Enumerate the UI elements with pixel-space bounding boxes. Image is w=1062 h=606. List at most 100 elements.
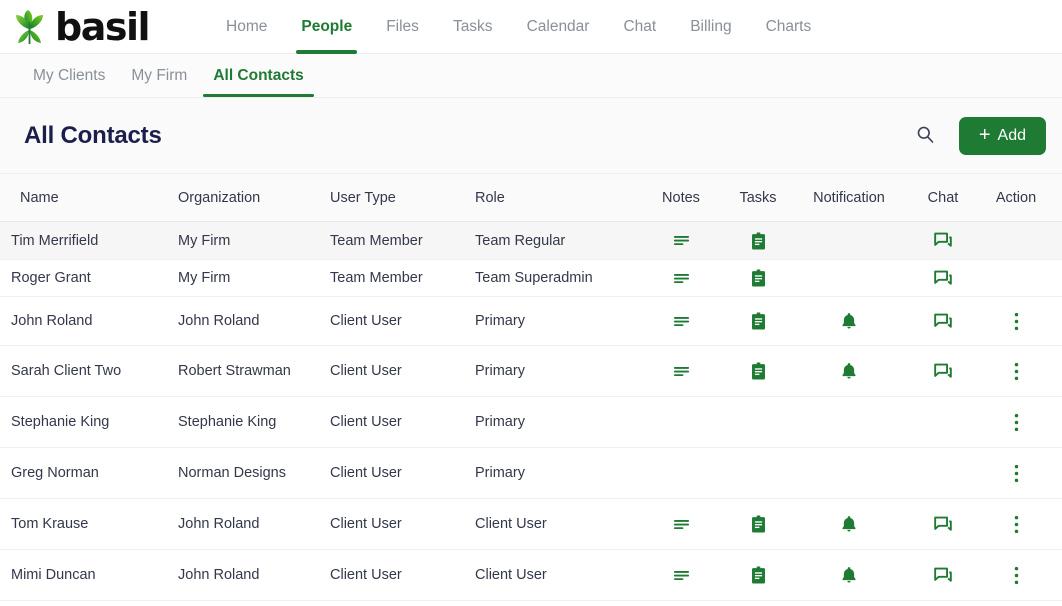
column-header-organization[interactable]: Organization [168,190,330,206]
row-clipboard-task-icon[interactable] [722,566,794,584]
row-clipboard-task-icon[interactable] [722,515,794,533]
contact-organization: My Firm [168,270,330,286]
contact-organization: John Roland [168,567,330,583]
contact-role: Team Regular [475,233,640,249]
nav-item-people[interactable]: People [284,0,369,53]
nav-item-charts[interactable]: Charts [749,0,829,53]
table-row[interactable]: Tom KrauseJohn RolandClient UserClient U… [0,499,1062,550]
row-bell-icon[interactable] [794,362,904,380]
row-clipboard-task-icon[interactable] [722,312,794,330]
contact-organization: Norman Designs [168,465,330,481]
row-notes-icon[interactable] [640,363,722,380]
nav-item-tasks[interactable]: Tasks [436,0,510,53]
contact-organization: Robert Strawman [168,363,330,379]
basil-leaf-logo-icon [10,8,50,46]
tab-my-clients[interactable]: My Clients [20,54,118,97]
column-header-name[interactable]: Name [0,190,168,206]
contact-name: Greg Norman [0,465,168,481]
row-clipboard-task-icon[interactable] [722,232,794,250]
contact-organization: John Roland [168,313,330,329]
row-more-vertical-icon[interactable] [982,566,1050,585]
brand-logo[interactable]: basil [10,8,149,46]
row-bell-icon[interactable] [794,515,904,533]
row-bell-icon[interactable] [794,566,904,584]
contact-user-type: Client User [330,516,475,532]
contact-name: Tom Krause [0,516,168,532]
row-notes-icon[interactable] [640,313,722,330]
contact-organization: John Roland [168,516,330,532]
row-clipboard-task-icon[interactable] [722,362,794,380]
top-navigation-bar: basil Home People Files Tasks Calendar C… [0,0,1062,54]
row-more-vertical-icon[interactable] [982,413,1050,432]
row-more-vertical-icon[interactable] [982,464,1050,483]
add-button-label: Add [998,127,1026,145]
row-notes-icon[interactable] [640,567,722,584]
table-row[interactable]: Roger GrantMy FirmTeam MemberTeam Supera… [0,260,1062,297]
nav-item-files[interactable]: Files [369,0,436,53]
nav-item-calendar[interactable]: Calendar [510,0,607,53]
row-clipboard-task-icon[interactable] [722,269,794,287]
nav-item-home[interactable]: Home [209,0,284,53]
primary-nav-links: Home People Files Tasks Calendar Chat Bi… [209,0,828,53]
header-actions: + Add [911,117,1046,155]
row-chat-bubbles-icon[interactable] [904,363,982,380]
contact-role: Client User [475,567,640,583]
search-button[interactable] [911,121,941,151]
column-header-tasks[interactable]: Tasks [722,190,794,206]
column-header-chat[interactable]: Chat [904,190,982,206]
row-notes-icon[interactable] [640,232,722,249]
table-row[interactable]: Tim MerrifieldMy FirmTeam MemberTeam Reg… [0,222,1062,260]
contact-name: Mimi Duncan [0,567,168,583]
contact-name: Roger Grant [0,270,168,286]
tab-all-contacts[interactable]: All Contacts [200,54,316,97]
contact-user-type: Team Member [330,270,475,286]
row-bell-icon[interactable] [794,312,904,330]
contact-role: Primary [475,363,640,379]
contact-user-type: Team Member [330,233,475,249]
contact-user-type: Client User [330,465,475,481]
contact-role: Primary [475,313,640,329]
search-icon [916,125,935,147]
contact-organization: Stephanie King [168,414,330,430]
nav-item-chat[interactable]: Chat [606,0,673,53]
column-header-action[interactable]: Action [982,190,1050,206]
table-body: Tim MerrifieldMy FirmTeam MemberTeam Reg… [0,222,1062,601]
plus-icon: + [979,125,991,145]
row-more-vertical-icon[interactable] [982,515,1050,534]
column-header-user-type[interactable]: User Type [330,190,475,206]
row-notes-icon[interactable] [640,516,722,533]
tab-my-firm[interactable]: My Firm [118,54,200,97]
table-row[interactable]: Mimi DuncanJohn RolandClient UserClient … [0,550,1062,601]
contacts-table: Name Organization User Type Role Notes T… [0,174,1062,601]
row-more-vertical-icon[interactable] [982,312,1050,331]
table-row[interactable]: John RolandJohn RolandClient UserPrimary [0,297,1062,346]
row-chat-bubbles-icon[interactable] [904,270,982,287]
row-chat-bubbles-icon[interactable] [904,313,982,330]
contact-user-type: Client User [330,313,475,329]
contact-role: Client User [475,516,640,532]
contact-role: Team Superadmin [475,270,640,286]
column-header-notes[interactable]: Notes [640,190,722,206]
contact-name: John Roland [0,313,168,329]
row-more-vertical-icon[interactable] [982,362,1050,381]
nav-item-billing[interactable]: Billing [673,0,748,53]
contact-user-type: Client User [330,363,475,379]
table-row[interactable]: Sarah Client TwoRobert StrawmanClient Us… [0,346,1062,397]
contact-name: Tim Merrifield [0,233,168,249]
row-chat-bubbles-icon[interactable] [904,567,982,584]
table-header-row: Name Organization User Type Role Notes T… [0,174,1062,222]
column-header-role[interactable]: Role [475,190,640,206]
contact-organization: My Firm [168,233,330,249]
table-row[interactable]: Greg NormanNorman DesignsClient UserPrim… [0,448,1062,499]
contact-user-type: Client User [330,414,475,430]
contact-name: Sarah Client Two [0,363,168,379]
column-header-notification[interactable]: Notification [794,190,904,206]
table-row[interactable]: Stephanie KingStephanie KingClient UserP… [0,397,1062,448]
sub-tab-bar: My Clients My Firm All Contacts [0,54,1062,98]
row-chat-bubbles-icon[interactable] [904,232,982,249]
row-notes-icon[interactable] [640,270,722,287]
add-contact-button[interactable]: + Add [959,117,1046,155]
row-chat-bubbles-icon[interactable] [904,516,982,533]
brand-name: basil [55,8,149,46]
contact-name: Stephanie King [0,414,168,430]
